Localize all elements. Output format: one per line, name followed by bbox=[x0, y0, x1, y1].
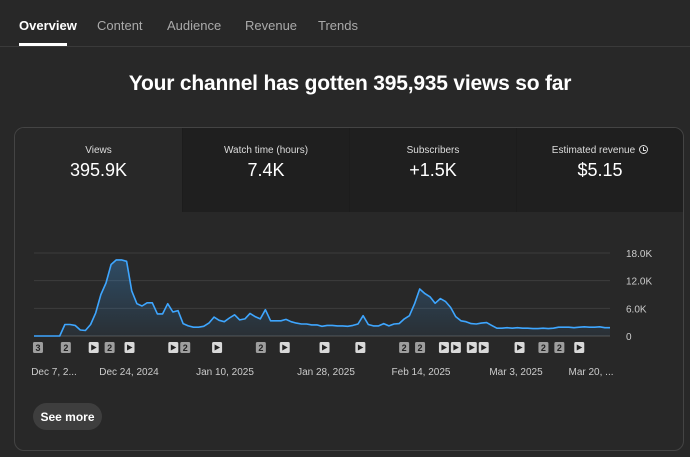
clock-icon bbox=[639, 145, 649, 154]
metric-estimated-revenue-value: $5.15 bbox=[577, 160, 623, 180]
metric-estimated-revenue-label: Estimated revenue bbox=[517, 145, 683, 156]
metric-watch-time[interactable]: Watch time (hours) 7.4K bbox=[182, 128, 349, 212]
metric-estimated-revenue-label-text: Estimated revenue bbox=[551, 145, 636, 156]
metric-estimated-revenue[interactable]: Estimated revenue $5.15 bbox=[516, 128, 683, 212]
tab-revenue[interactable]: Revenue bbox=[245, 18, 297, 33]
metric-subscribers[interactable]: Subscribers +1.5K bbox=[349, 128, 516, 212]
page-headline: Your channel has gotten 395,935 views so… bbox=[128, 72, 572, 95]
tab-audience[interactable]: Audience bbox=[167, 18, 221, 33]
metric-watch-time-value: 7.4K bbox=[247, 160, 285, 180]
metric-watch-time-label: Watch time (hours) bbox=[223, 145, 309, 156]
metric-subscribers-label: Subscribers bbox=[406, 145, 460, 156]
metric-views-value: 395.9K bbox=[69, 160, 128, 180]
tab-trends[interactable]: Trends bbox=[318, 18, 358, 33]
metric-subscribers-value: +1.5K bbox=[409, 160, 457, 180]
metric-views[interactable]: Views 395.9K bbox=[15, 128, 182, 212]
tab-bar: Overview Content Audience Revenue Trends bbox=[0, 0, 690, 47]
active-tab-indicator bbox=[19, 43, 67, 46]
tab-overview[interactable]: Overview bbox=[19, 18, 77, 33]
tab-content[interactable]: Content bbox=[97, 18, 143, 33]
see-more-button[interactable]: See more bbox=[33, 403, 102, 430]
overview-card: Views 395.9K Watch time (hours) 7.4K Sub… bbox=[14, 127, 684, 451]
metric-views-label: Views bbox=[85, 145, 112, 156]
